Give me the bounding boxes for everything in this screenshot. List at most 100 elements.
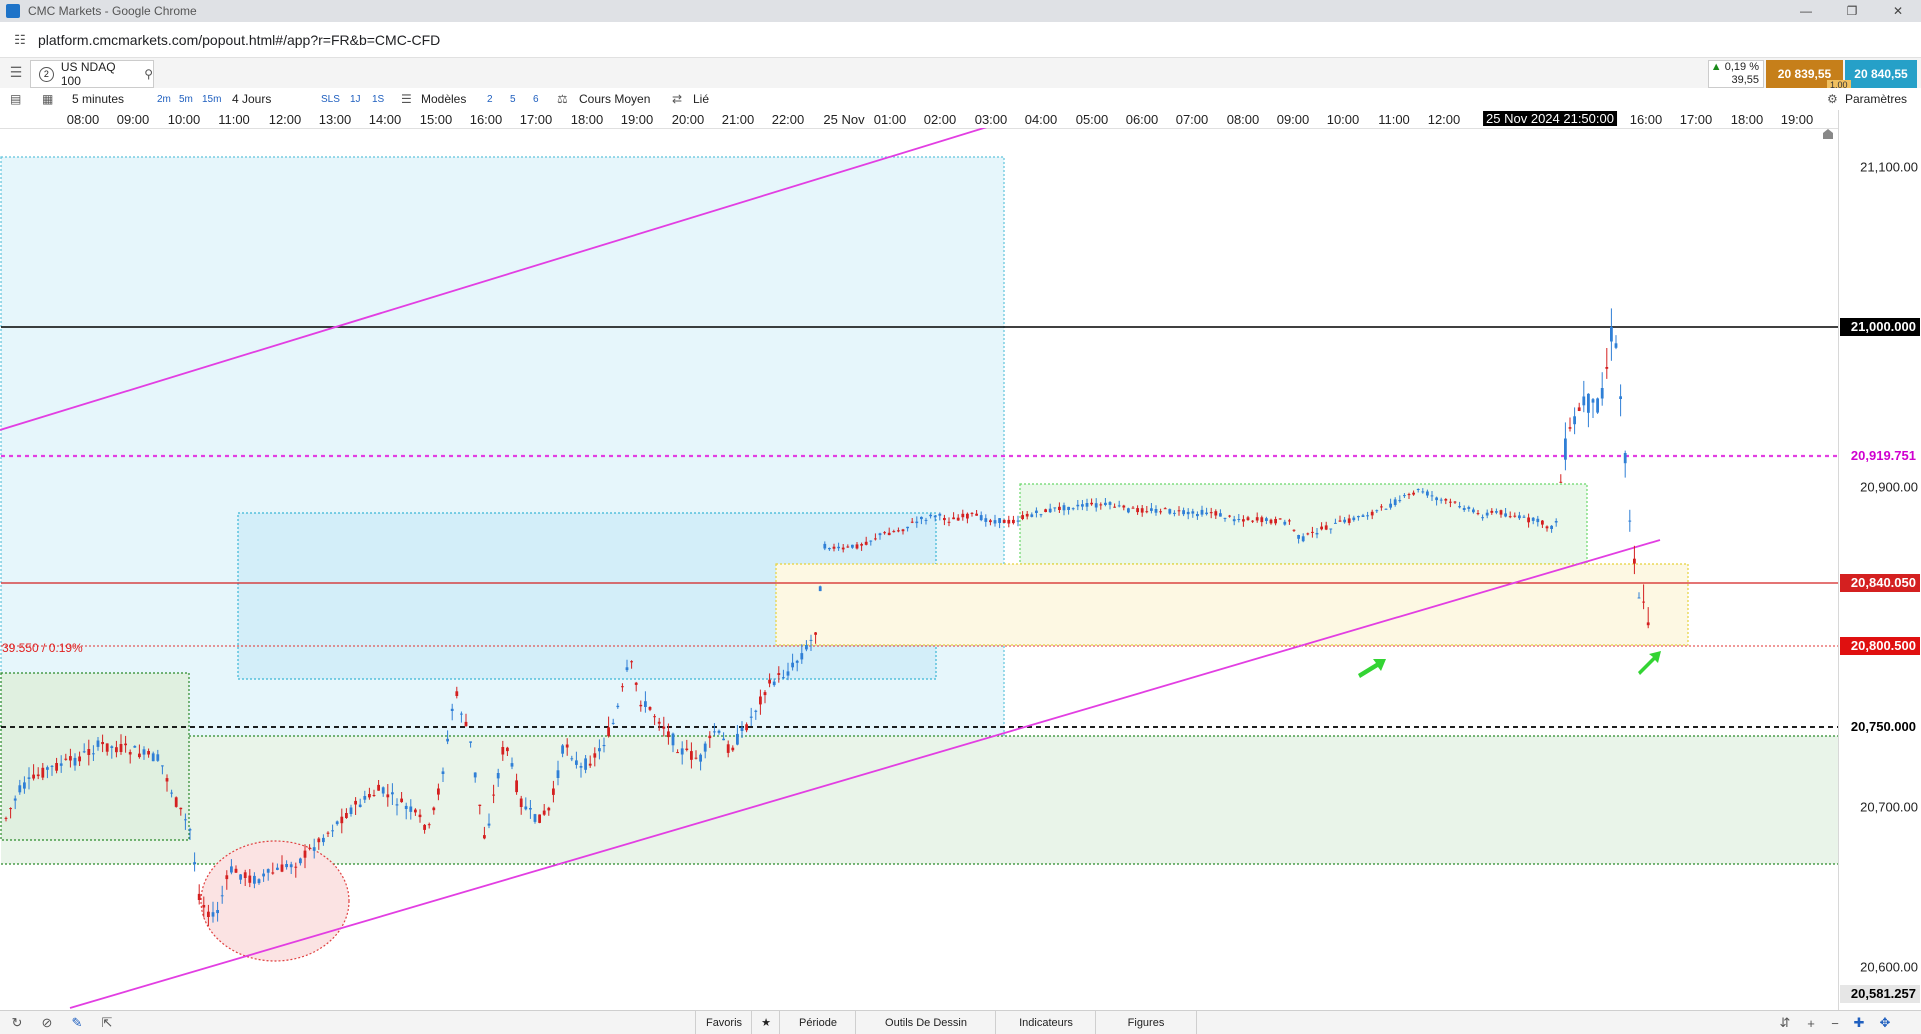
candle-body xyxy=(1508,516,1512,518)
candle-body xyxy=(625,667,629,671)
candle-body xyxy=(1338,520,1342,522)
tf-sls-button[interactable]: SLS xyxy=(321,94,340,105)
price-chart[interactable]: 39.550 / 0.19% xyxy=(0,128,1838,1010)
candle-body xyxy=(1113,506,1116,508)
candle-body xyxy=(1435,497,1438,501)
cursor-icon[interactable]: ⇱ xyxy=(98,1014,116,1032)
green-zone-consolidation xyxy=(1019,483,1588,565)
candle-body xyxy=(1573,416,1576,425)
candle-body xyxy=(483,835,486,839)
candle-body xyxy=(1030,514,1034,517)
tf-1s-button[interactable]: 1S xyxy=(372,94,384,105)
candle-body xyxy=(1614,343,1618,348)
tf-2m-button[interactable]: 2m xyxy=(157,94,171,105)
candle-body xyxy=(1587,393,1590,413)
candle-body xyxy=(1232,519,1236,522)
refresh-icon[interactable]: ↻ xyxy=(8,1014,26,1032)
restore-icon[interactable]: ❐ xyxy=(1829,0,1875,22)
candle-body xyxy=(510,763,514,767)
url-text[interactable]: platform.cmcmarkets.com/popout.html#/app… xyxy=(38,32,440,48)
linked-button[interactable]: Lié xyxy=(693,92,709,106)
candle-body xyxy=(1403,495,1406,497)
interval-select[interactable]: 5 minutes xyxy=(72,92,124,106)
candle-body xyxy=(469,741,472,743)
site-settings-icon[interactable]: ☷ xyxy=(10,30,30,50)
candle-body xyxy=(749,716,753,718)
chart-type-icon[interactable]: ▤ xyxy=(10,92,21,106)
candle-body xyxy=(680,748,684,755)
candle-body xyxy=(1320,526,1323,530)
quick-2-button[interactable]: 2 xyxy=(487,94,493,105)
tf-1j-button[interactable]: 1J xyxy=(350,94,361,105)
layout-grid-icon[interactable]: ▦ xyxy=(42,92,53,106)
candle-body xyxy=(1361,515,1365,517)
period-button[interactable]: Période xyxy=(779,1011,856,1034)
bottom-bar: ↻ ⊘ ✎ ⇱ Favoris ★ Période Outils De Dess… xyxy=(0,1010,1921,1034)
tab-number: 2 xyxy=(39,66,54,82)
candle-body xyxy=(41,767,45,778)
candle-body xyxy=(473,772,477,778)
home-marker-icon[interactable] xyxy=(1822,128,1834,140)
candle-body xyxy=(1131,507,1135,509)
candle-body xyxy=(142,749,146,755)
price-type-select[interactable]: Cours Moyen xyxy=(579,92,650,106)
settings-button[interactable]: Paramètres xyxy=(1845,92,1907,106)
templates-icon[interactable]: ☰ xyxy=(401,92,412,106)
candle-body xyxy=(280,864,284,872)
link-icon[interactable]: ⇄ xyxy=(672,92,682,106)
hamburger-menu-icon[interactable]: ☰ xyxy=(6,64,26,82)
range-select[interactable]: 4 Jours xyxy=(232,92,271,106)
gear-icon[interactable]: ⚙ xyxy=(1827,92,1838,106)
zoom-out-icon[interactable]: − xyxy=(1826,1014,1844,1032)
candle-body xyxy=(1541,520,1544,525)
time-label: 09:00 xyxy=(116,112,150,127)
candle-body xyxy=(1150,508,1153,511)
scale-toggle-icon[interactable]: ⇵ xyxy=(1776,1014,1794,1032)
tf-5m-button[interactable]: 5m xyxy=(179,94,193,105)
candle-body xyxy=(1343,519,1346,523)
candle-body xyxy=(372,795,376,796)
time-label: 05:00 xyxy=(1075,112,1109,127)
candle-body xyxy=(1453,501,1457,503)
candle-body xyxy=(161,765,164,767)
quick-6-button[interactable]: 6 xyxy=(533,94,539,105)
candle-body xyxy=(565,744,569,748)
crosshair-icon[interactable]: ✚ xyxy=(1850,1014,1868,1032)
time-label: 11:00 xyxy=(1378,112,1410,127)
crosshair-alt-icon[interactable]: ✥ xyxy=(1876,1014,1894,1032)
close-icon[interactable]: ✕ xyxy=(1875,0,1921,22)
quick-5-button[interactable]: 5 xyxy=(510,94,516,105)
zoom-in-icon[interactable]: + xyxy=(1802,1014,1820,1032)
candle-body xyxy=(947,521,951,523)
green-arrow-icon xyxy=(1358,659,1386,678)
candle-body xyxy=(1384,508,1388,510)
buy-price-button[interactable]: 20 840,55 xyxy=(1845,60,1917,88)
candle-body xyxy=(211,912,215,917)
block-icon[interactable]: ⊘ xyxy=(38,1014,56,1032)
candle-body xyxy=(805,645,808,650)
favorites-button[interactable]: Favoris xyxy=(695,1011,752,1034)
candle-body xyxy=(151,753,155,762)
time-label: 01:00 xyxy=(873,112,907,127)
templates-button[interactable]: Modèles xyxy=(421,92,466,106)
candle-body xyxy=(230,866,233,873)
instrument-tab[interactable]: 2 US NDAQ 100 ⚲ xyxy=(30,60,154,88)
star-icon[interactable]: ★ xyxy=(751,1011,780,1034)
scale-icon[interactable]: ⚖ xyxy=(557,92,568,106)
time-label: 10:00 xyxy=(167,112,201,127)
figures-button[interactable]: Figures xyxy=(1095,1011,1197,1034)
search-icon[interactable]: ⚲ xyxy=(144,67,153,81)
candle-body xyxy=(717,730,721,733)
pencil-icon[interactable]: ✎ xyxy=(68,1014,86,1032)
candle-body xyxy=(1306,533,1310,535)
tf-15m-button[interactable]: 15m xyxy=(202,94,221,105)
candle-body xyxy=(933,515,937,518)
time-label: 07:00 xyxy=(1175,112,1209,127)
drawing-tools-button[interactable]: Outils De Dessin xyxy=(855,1011,996,1034)
indicators-button[interactable]: Indicateurs xyxy=(995,1011,1096,1034)
candle-body xyxy=(349,807,353,814)
candle-body xyxy=(1605,367,1609,369)
minimize-icon[interactable]: — xyxy=(1783,0,1829,22)
candle-body xyxy=(662,726,666,729)
candle-body xyxy=(1085,503,1089,507)
